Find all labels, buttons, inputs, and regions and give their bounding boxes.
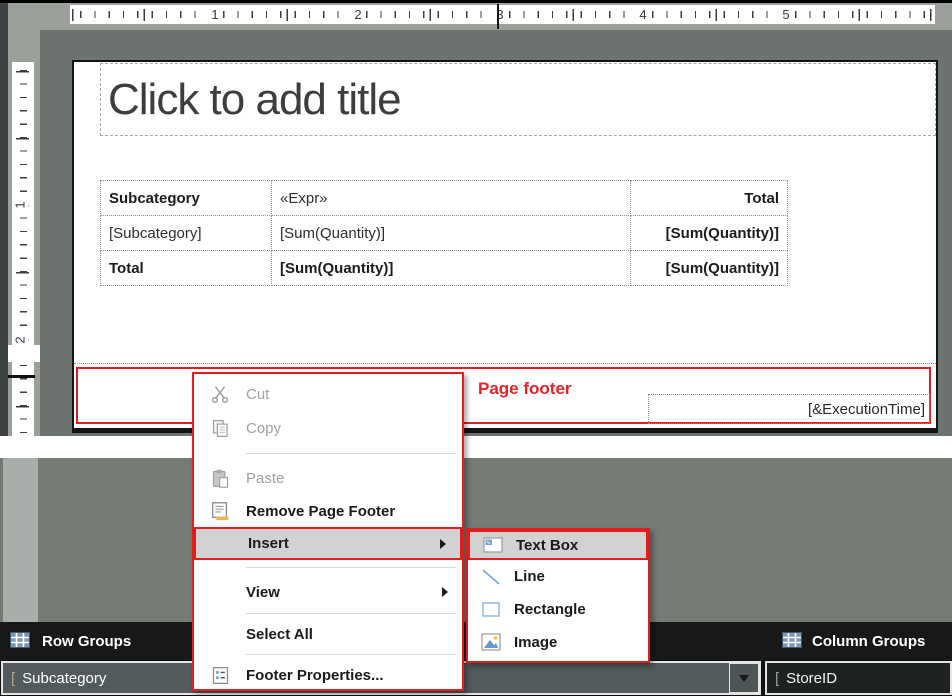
h-ruler-label: 3 (493, 6, 506, 23)
submenu-arrow-icon (440, 539, 446, 549)
column-group-item-label: StoreID (786, 670, 837, 687)
menu-item-remove-page-footer[interactable]: Remove Page Footer (194, 495, 462, 527)
menu-item-view[interactable]: View (194, 575, 462, 609)
remove-page-footer-icon (194, 500, 246, 522)
menu-item-paste[interactable]: Paste (194, 461, 462, 495)
tablix-cell[interactable]: Total (630, 180, 788, 216)
submenu-item-label: Line (514, 568, 545, 585)
tablix-header-row: Subcategory «Expr» Total (100, 180, 788, 216)
menu-separator (246, 654, 456, 655)
column-groups-icon (782, 632, 802, 653)
paste-icon (194, 468, 246, 489)
menu-item-label: Select All (246, 626, 313, 643)
menu-separator (246, 567, 456, 568)
context-menu: Cut Copy Paste Remove Page Footer Insert (192, 372, 464, 691)
canvas-lower-left-strip (3, 458, 38, 622)
column-group-item-storeid[interactable]: [ StoreID (765, 661, 952, 695)
ruler-footer-mark (8, 375, 35, 378)
menu-item-insert[interactable]: Insert (194, 527, 462, 560)
submenu-item-label: Text Box (516, 537, 578, 554)
row-group-dropdown-button[interactable] (729, 663, 759, 693)
menu-item-label: Footer Properties... (246, 667, 384, 684)
field-bracket-icon: [ (775, 670, 779, 687)
menu-item-label: View (246, 584, 280, 601)
ruler-cursor-line (497, 4, 499, 29)
report-builder-design-view: 1 2 3 4 5 1 2 Click to add title Subcate… (0, 0, 952, 696)
tablix-cell[interactable]: [Sum(Quantity)] (271, 250, 631, 286)
rectangle-icon (468, 601, 514, 619)
white-band (0, 436, 952, 458)
report-title-textbox[interactable]: Click to add title (100, 63, 936, 136)
field-bracket-icon: [ (11, 670, 15, 687)
tablix-total-row: Total [Sum(Quantity)] [Sum(Quantity)] (100, 250, 788, 286)
menu-item-copy[interactable]: Copy (194, 410, 462, 446)
menu-item-label: Paste (246, 470, 284, 487)
chevron-down-icon (739, 675, 749, 682)
h-ruler-label: 1 (208, 6, 221, 23)
page-footer-annotation-label: Page footer (478, 379, 572, 399)
tablix-cell[interactable]: «Expr» (271, 180, 631, 216)
submenu-item-text-box[interactable]: Text Box (468, 530, 648, 560)
tablix-cell[interactable]: Subcategory (100, 180, 272, 216)
h-ruler-label: 4 (636, 6, 649, 23)
row-group-item-label: Subcategory (22, 670, 106, 687)
tablix-cell[interactable]: [Sum(Quantity)] (630, 215, 788, 251)
image-icon (468, 633, 514, 651)
execution-time-expression: [&ExecutionTime] (808, 401, 925, 418)
tablix-cell[interactable]: [Subcategory] (100, 215, 272, 251)
row-groups-label: Row Groups (42, 633, 131, 650)
h-ruler-label: 2 (351, 6, 364, 23)
tablix: Subcategory «Expr» Total [Subcategory] [… (100, 180, 788, 286)
tablix-detail-row: [Subcategory] [Sum(Quantity)] [Sum(Quant… (100, 215, 788, 251)
v-ruler-label: 1 (13, 198, 29, 211)
column-groups-label: Column Groups (812, 633, 925, 650)
menu-separator (246, 613, 456, 614)
submenu-arrow-icon (442, 587, 448, 597)
tablix-cell[interactable]: [Sum(Quantity)] (630, 250, 788, 286)
execution-time-textbox[interactable]: [&ExecutionTime] (648, 394, 930, 424)
vertical-ruler: 1 2 (12, 62, 34, 436)
menu-item-label: Remove Page Footer (246, 503, 395, 520)
submenu-item-label: Rectangle (514, 601, 586, 618)
left-edge (0, 3, 8, 436)
menu-item-select-all[interactable]: Select All (194, 618, 462, 650)
ruler-footer-notch (8, 345, 40, 362)
copy-icon (194, 418, 246, 439)
insert-submenu: Text Box Line Rectangle Image (466, 528, 650, 663)
row-groups-icon (10, 632, 30, 653)
submenu-item-label: Image (514, 634, 557, 651)
menu-separator (246, 453, 456, 454)
line-icon (468, 568, 514, 586)
h-ruler-label: 5 (779, 6, 792, 23)
horizontal-ruler: 1 2 3 4 5 (70, 5, 935, 24)
tablix-cell[interactable]: [Sum(Quantity)] (271, 215, 631, 251)
page-footer-separator (74, 363, 936, 364)
footer-properties-icon (194, 665, 246, 686)
menu-item-label: Copy (246, 420, 281, 437)
tablix-cell[interactable]: Total (100, 250, 272, 286)
cut-icon (194, 383, 246, 405)
menu-item-label: Cut (246, 386, 269, 403)
submenu-item-line[interactable]: Line (468, 560, 648, 593)
submenu-item-rectangle[interactable]: Rectangle (468, 593, 648, 626)
menu-item-footer-properties[interactable]: Footer Properties... (194, 659, 462, 691)
menu-item-label: Insert (248, 535, 289, 552)
menu-item-cut[interactable]: Cut (194, 378, 462, 410)
submenu-item-image[interactable]: Image (468, 626, 648, 658)
text-box-icon (470, 536, 516, 554)
report-title-placeholder: Click to add title (108, 75, 401, 125)
